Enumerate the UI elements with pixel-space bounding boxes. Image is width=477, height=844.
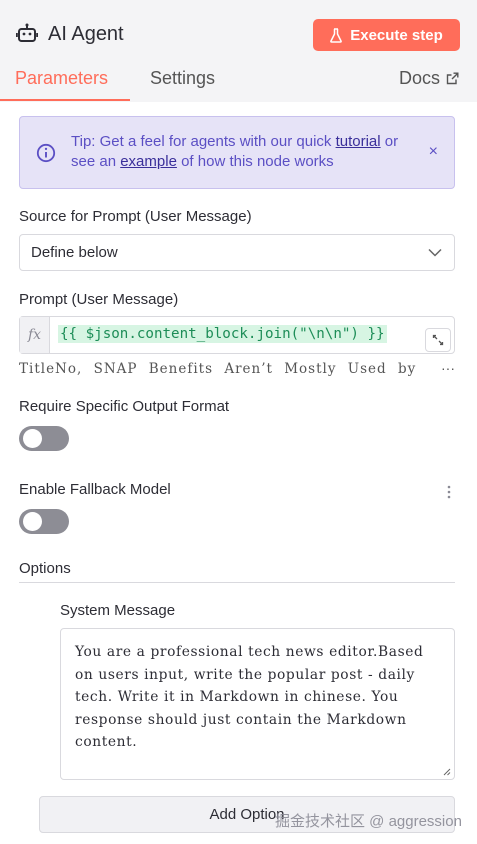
prompt-expression-field[interactable]: fx {{ $json.content_block.join("\n\n") }… <box>19 316 455 354</box>
watermark: 掘金技术社区 @ aggression <box>275 813 462 830</box>
source-label: Source for Prompt (User Message) <box>19 208 252 225</box>
expand-editor-button[interactable] <box>425 328 451 352</box>
fallback-toggle[interactable] <box>19 509 69 534</box>
tab-docs[interactable]: Docs <box>399 68 459 89</box>
kebab-icon[interactable] <box>447 485 451 499</box>
prompt-source-value: Define below <box>31 244 118 261</box>
tip-text-prefix: Tip: Get a feel for agents with our quic… <box>71 133 336 150</box>
fx-icon: fx <box>20 317 50 353</box>
resize-grip-icon[interactable] <box>443 768 451 776</box>
expand-icon <box>432 334 444 346</box>
execute-step-button[interactable]: Execute step <box>313 19 460 51</box>
info-icon <box>36 143 56 163</box>
toggle-knob <box>23 512 42 531</box>
example-link[interactable]: example <box>120 153 177 170</box>
options-divider <box>19 582 455 583</box>
output-format-toggle[interactable] <box>19 426 69 451</box>
preview-more-icon: ··· <box>441 360 455 376</box>
robot-icon <box>16 23 38 42</box>
external-link-icon <box>446 72 459 85</box>
prompt-label: Prompt (User Message) <box>19 291 179 308</box>
parameters-panel: Tip: Get a feel for agents with our quic… <box>0 102 477 844</box>
flask-icon <box>330 27 343 43</box>
chevron-down-icon <box>428 248 442 257</box>
tutorial-link[interactable]: tutorial <box>336 133 381 150</box>
tip-callout: Tip: Get a feel for agents with our quic… <box>19 116 455 189</box>
system-message-label: System Message <box>60 602 176 619</box>
prompt-expression[interactable]: {{ $json.content_block.join("\n\n") }} <box>58 325 387 343</box>
tip-text: Tip: Get a feel for agents with our quic… <box>71 132 421 172</box>
system-message-textarea[interactable]: You are a professional tech news editor.… <box>60 628 455 780</box>
close-icon[interactable]: × <box>429 143 438 161</box>
active-tab-indicator <box>0 99 130 101</box>
prompt-preview: TitleNo, SNAP Benefits Aren’t Mostly Use… <box>19 361 417 377</box>
fallback-label: Enable Fallback Model <box>19 481 171 498</box>
node-tabs: Parameters Settings Docs <box>0 62 477 102</box>
output-format-label: Require Specific Output Format <box>19 398 230 415</box>
tip-text-suffix: of how this node works <box>176 153 334 170</box>
options-label: Options <box>19 560 71 577</box>
tab-settings[interactable]: Settings <box>150 68 215 89</box>
system-message-text: You are a professional tech news editor.… <box>75 644 424 751</box>
toggle-knob <box>23 429 42 448</box>
tab-docs-label: Docs <box>398 68 440 88</box>
node-header: AI Agent Execute step <box>0 0 477 68</box>
prompt-source-select[interactable]: Define below <box>19 234 455 271</box>
execute-step-label: Execute step <box>350 26 443 44</box>
tab-parameters[interactable]: Parameters <box>15 68 108 89</box>
node-title: AI Agent <box>48 22 124 45</box>
add-option-label: Add Option <box>209 806 285 823</box>
